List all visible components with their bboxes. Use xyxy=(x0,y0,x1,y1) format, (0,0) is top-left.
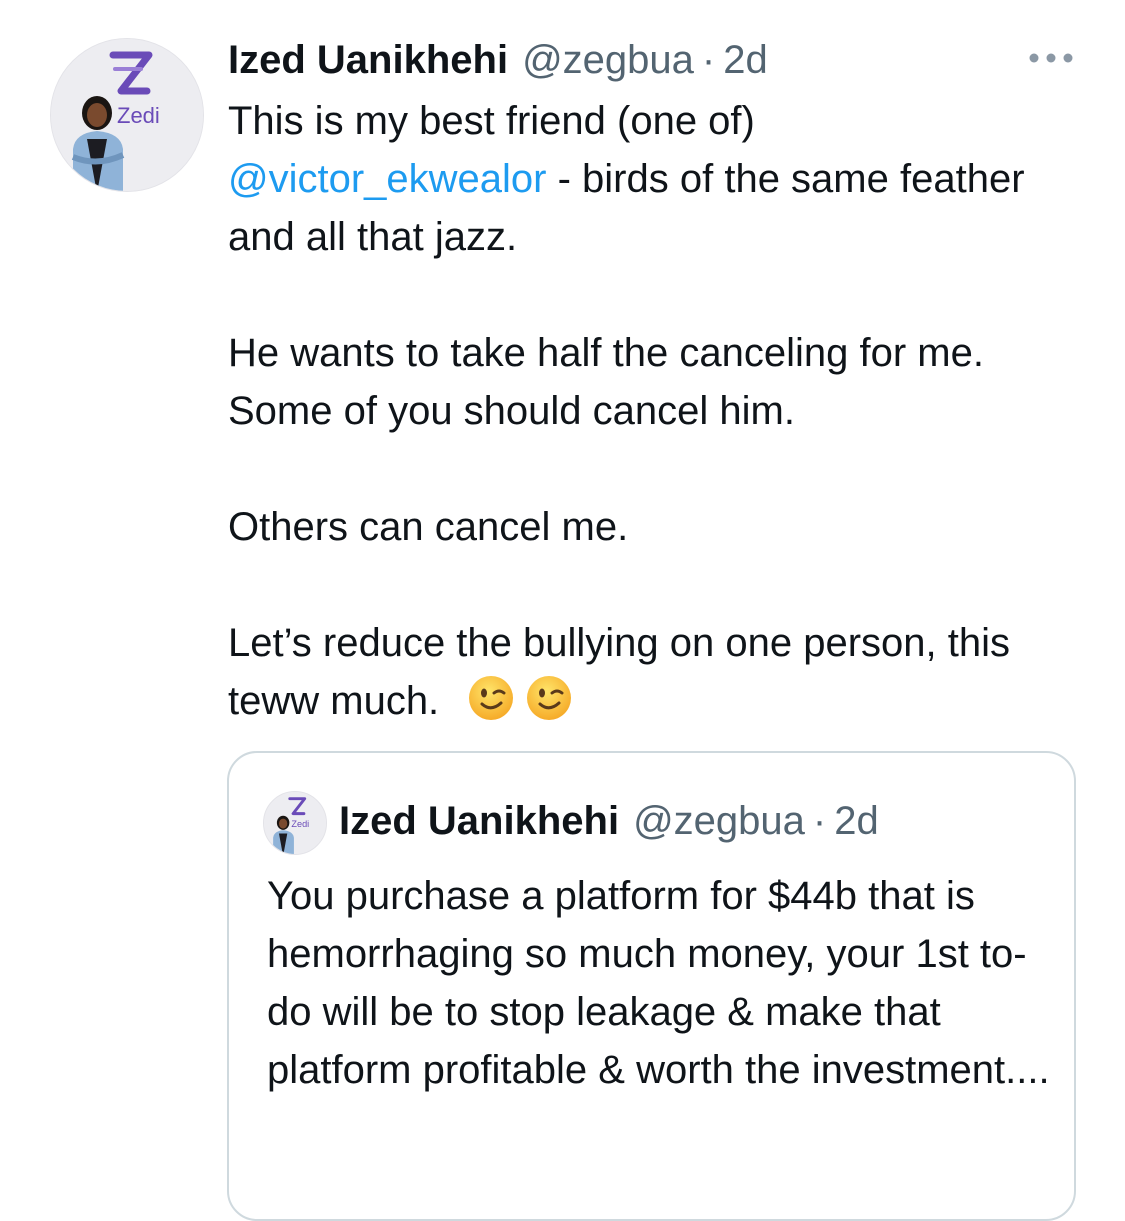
quoted-avatar-image: Zedi xyxy=(264,792,326,854)
quoted-tweet[interactable]: Zedi Ized Uanikhehi @zegbua · 2d You pur… xyxy=(227,751,1076,1221)
tweet[interactable]: Zedi Ized Uanikhehi @zegbua · 2d This is… xyxy=(0,0,1125,1221)
tweet-paragraph-3: Others can cancel me. xyxy=(228,505,629,549)
quoted-tweet-text: You purchase a platform for $44b that is… xyxy=(267,874,1050,1092)
author-handle[interactable]: @zegbua xyxy=(522,36,694,84)
avatar-brand-text: Zedi xyxy=(117,103,160,128)
quoted-author-handle[interactable]: @zegbua xyxy=(633,797,805,845)
separator-dot: · xyxy=(701,38,716,82)
tweet-timestamp[interactable]: 2d xyxy=(723,36,768,84)
quoted-author-name[interactable]: Ized Uanikhehi xyxy=(339,797,619,845)
winking-face-emoji xyxy=(467,674,515,722)
author-avatar[interactable]: Zedi xyxy=(50,38,204,192)
quoted-tweet-timestamp[interactable]: 2d xyxy=(834,797,879,845)
author-name[interactable]: Ized Uanikhehi xyxy=(228,36,508,84)
tweet-header: Ized Uanikhehi @zegbua · 2d xyxy=(228,36,768,84)
winking-face-emoji xyxy=(525,674,573,722)
tweet-paragraph-4: Let’s reduce the bullying on one person,… xyxy=(228,614,1088,730)
tweet-paragraph-2: He wants to take half the canceling for … xyxy=(228,331,984,433)
tweet-paragraph-1: This is my best friend (one of) @victor_e… xyxy=(228,92,1088,266)
avatar-image: Zedi xyxy=(51,39,203,191)
quoted-tweet-header: Ized Uanikhehi @zegbua · 2d xyxy=(339,797,879,845)
quoted-avatar-brand-text: Zedi xyxy=(291,819,309,829)
tweet-text: This is my best friend (one of) @victor_e… xyxy=(228,92,1088,730)
ellipsis-icon[interactable] xyxy=(1026,46,1076,70)
quoted-separator-dot: · xyxy=(812,799,827,843)
mention-link[interactable]: @victor_ekwealor xyxy=(228,157,547,201)
tweet-paragraph-4-text: Let’s reduce the bullying on one person,… xyxy=(228,621,1011,723)
quoted-author-avatar[interactable]: Zedi xyxy=(263,791,327,855)
tweet-text-line-1: This is my best friend (one of) xyxy=(228,99,755,143)
